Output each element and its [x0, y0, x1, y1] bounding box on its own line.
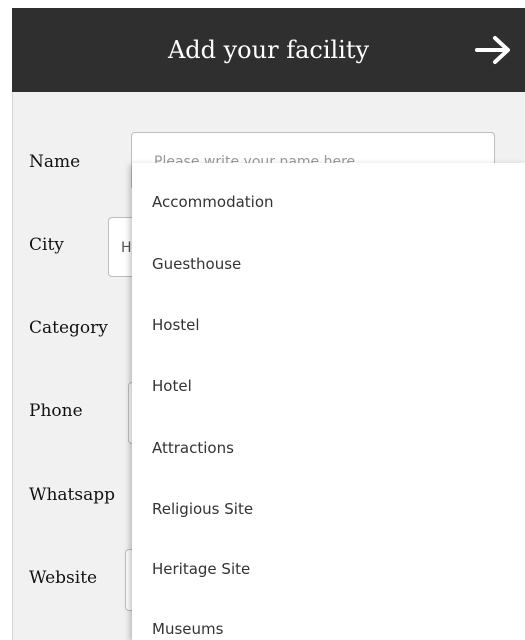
- option-attractions[interactable]: Attractions: [152, 439, 234, 457]
- option-museums[interactable]: Museums: [152, 620, 223, 638]
- option-accommodation[interactable]: Accommodation: [152, 193, 274, 211]
- city-label: City: [29, 235, 64, 255]
- page-title: Add your facility: [167, 36, 370, 64]
- option-religious-site[interactable]: Religious Site: [152, 500, 253, 518]
- website-label: Website: [29, 568, 98, 588]
- option-heritage-site[interactable]: Heritage Site: [152, 560, 250, 578]
- category-label: Category: [29, 318, 108, 338]
- option-hostel[interactable]: Hostel: [152, 316, 200, 334]
- app-header: Add your facility: [12, 8, 525, 92]
- option-hotel[interactable]: Hotel: [152, 377, 192, 395]
- whatsapp-label: Whatsapp: [29, 485, 116, 505]
- name-label: Name: [29, 152, 81, 172]
- arrow-right-icon[interactable]: [475, 35, 513, 65]
- phone-label: Phone: [29, 401, 83, 421]
- option-guesthouse[interactable]: Guesthouse: [152, 255, 241, 273]
- category-dropdown[interactable]: Accommodation Guesthouse Hostel Hotel At…: [132, 163, 525, 640]
